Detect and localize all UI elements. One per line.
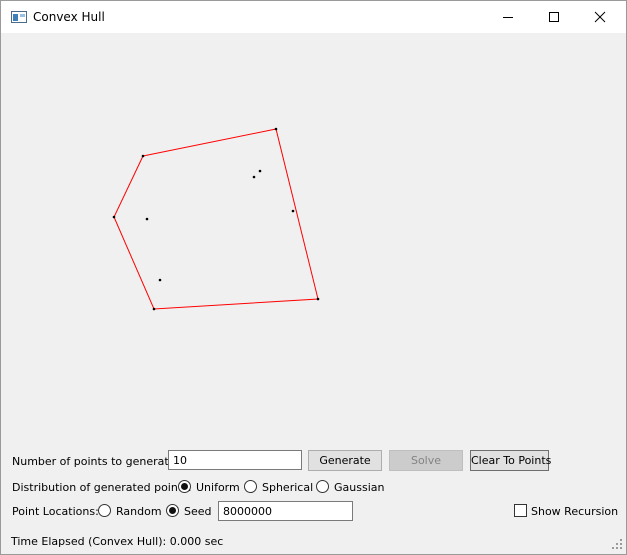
window-title: Convex Hull: [33, 10, 105, 24]
interior-point: [145, 217, 149, 221]
interior-point: [158, 278, 162, 282]
hull-polygon: [113, 128, 319, 310]
hull-vertex-point: [112, 215, 116, 219]
hull-vertex-point: [274, 127, 278, 131]
num-points-input[interactable]: 10: [168, 450, 302, 470]
status-text: Time Elapsed (Convex Hull): 0.000 sec: [11, 535, 224, 548]
close-button[interactable]: [577, 1, 623, 33]
title-bar[interactable]: Convex Hull: [1, 1, 626, 33]
radio-random-label[interactable]: Random: [116, 505, 162, 518]
location-label: Point Locations:: [12, 505, 99, 518]
radio-gaussian-label[interactable]: Gaussian: [334, 481, 384, 494]
show-recursion-label[interactable]: Show Recursion: [531, 505, 618, 518]
generate-button[interactable]: Generate: [308, 450, 382, 471]
hull-canvas[interactable]: [1, 33, 626, 443]
radio-spherical[interactable]: [244, 480, 257, 493]
minimize-icon: [503, 17, 513, 18]
seed-input[interactable]: 8000000: [218, 501, 353, 521]
radio-gaussian[interactable]: [316, 480, 329, 493]
radio-uniform-label[interactable]: Uniform: [196, 481, 240, 494]
resize-grip-icon[interactable]: [611, 538, 623, 550]
interior-point: [291, 209, 295, 213]
distribution-label: Distribution of generated points:: [12, 481, 192, 494]
app-window: Convex Hull Number of points to generate…: [0, 0, 627, 555]
close-icon: [594, 11, 606, 23]
radio-uniform[interactable]: [178, 480, 191, 493]
interior-point: [252, 175, 256, 179]
maximize-icon: [549, 12, 559, 22]
interior-point: [258, 169, 262, 173]
hull-vertex-point: [152, 307, 156, 311]
radio-seed[interactable]: [166, 504, 179, 517]
radio-spherical-label[interactable]: Spherical: [262, 481, 313, 494]
show-recursion-checkbox[interactable]: [514, 504, 527, 517]
radio-seed-label[interactable]: Seed: [184, 505, 212, 518]
radio-random[interactable]: [98, 504, 111, 517]
maximize-button[interactable]: [531, 1, 577, 33]
clear-to-points-button[interactable]: Clear To Points: [470, 450, 551, 471]
num-points-label: Number of points to generate:: [12, 455, 180, 468]
minimize-button[interactable]: [485, 1, 531, 33]
hull-vertex-point: [316, 297, 320, 301]
solve-button[interactable]: Solve: [389, 450, 463, 471]
app-icon: [11, 11, 27, 23]
hull-vertex-point: [141, 154, 145, 158]
